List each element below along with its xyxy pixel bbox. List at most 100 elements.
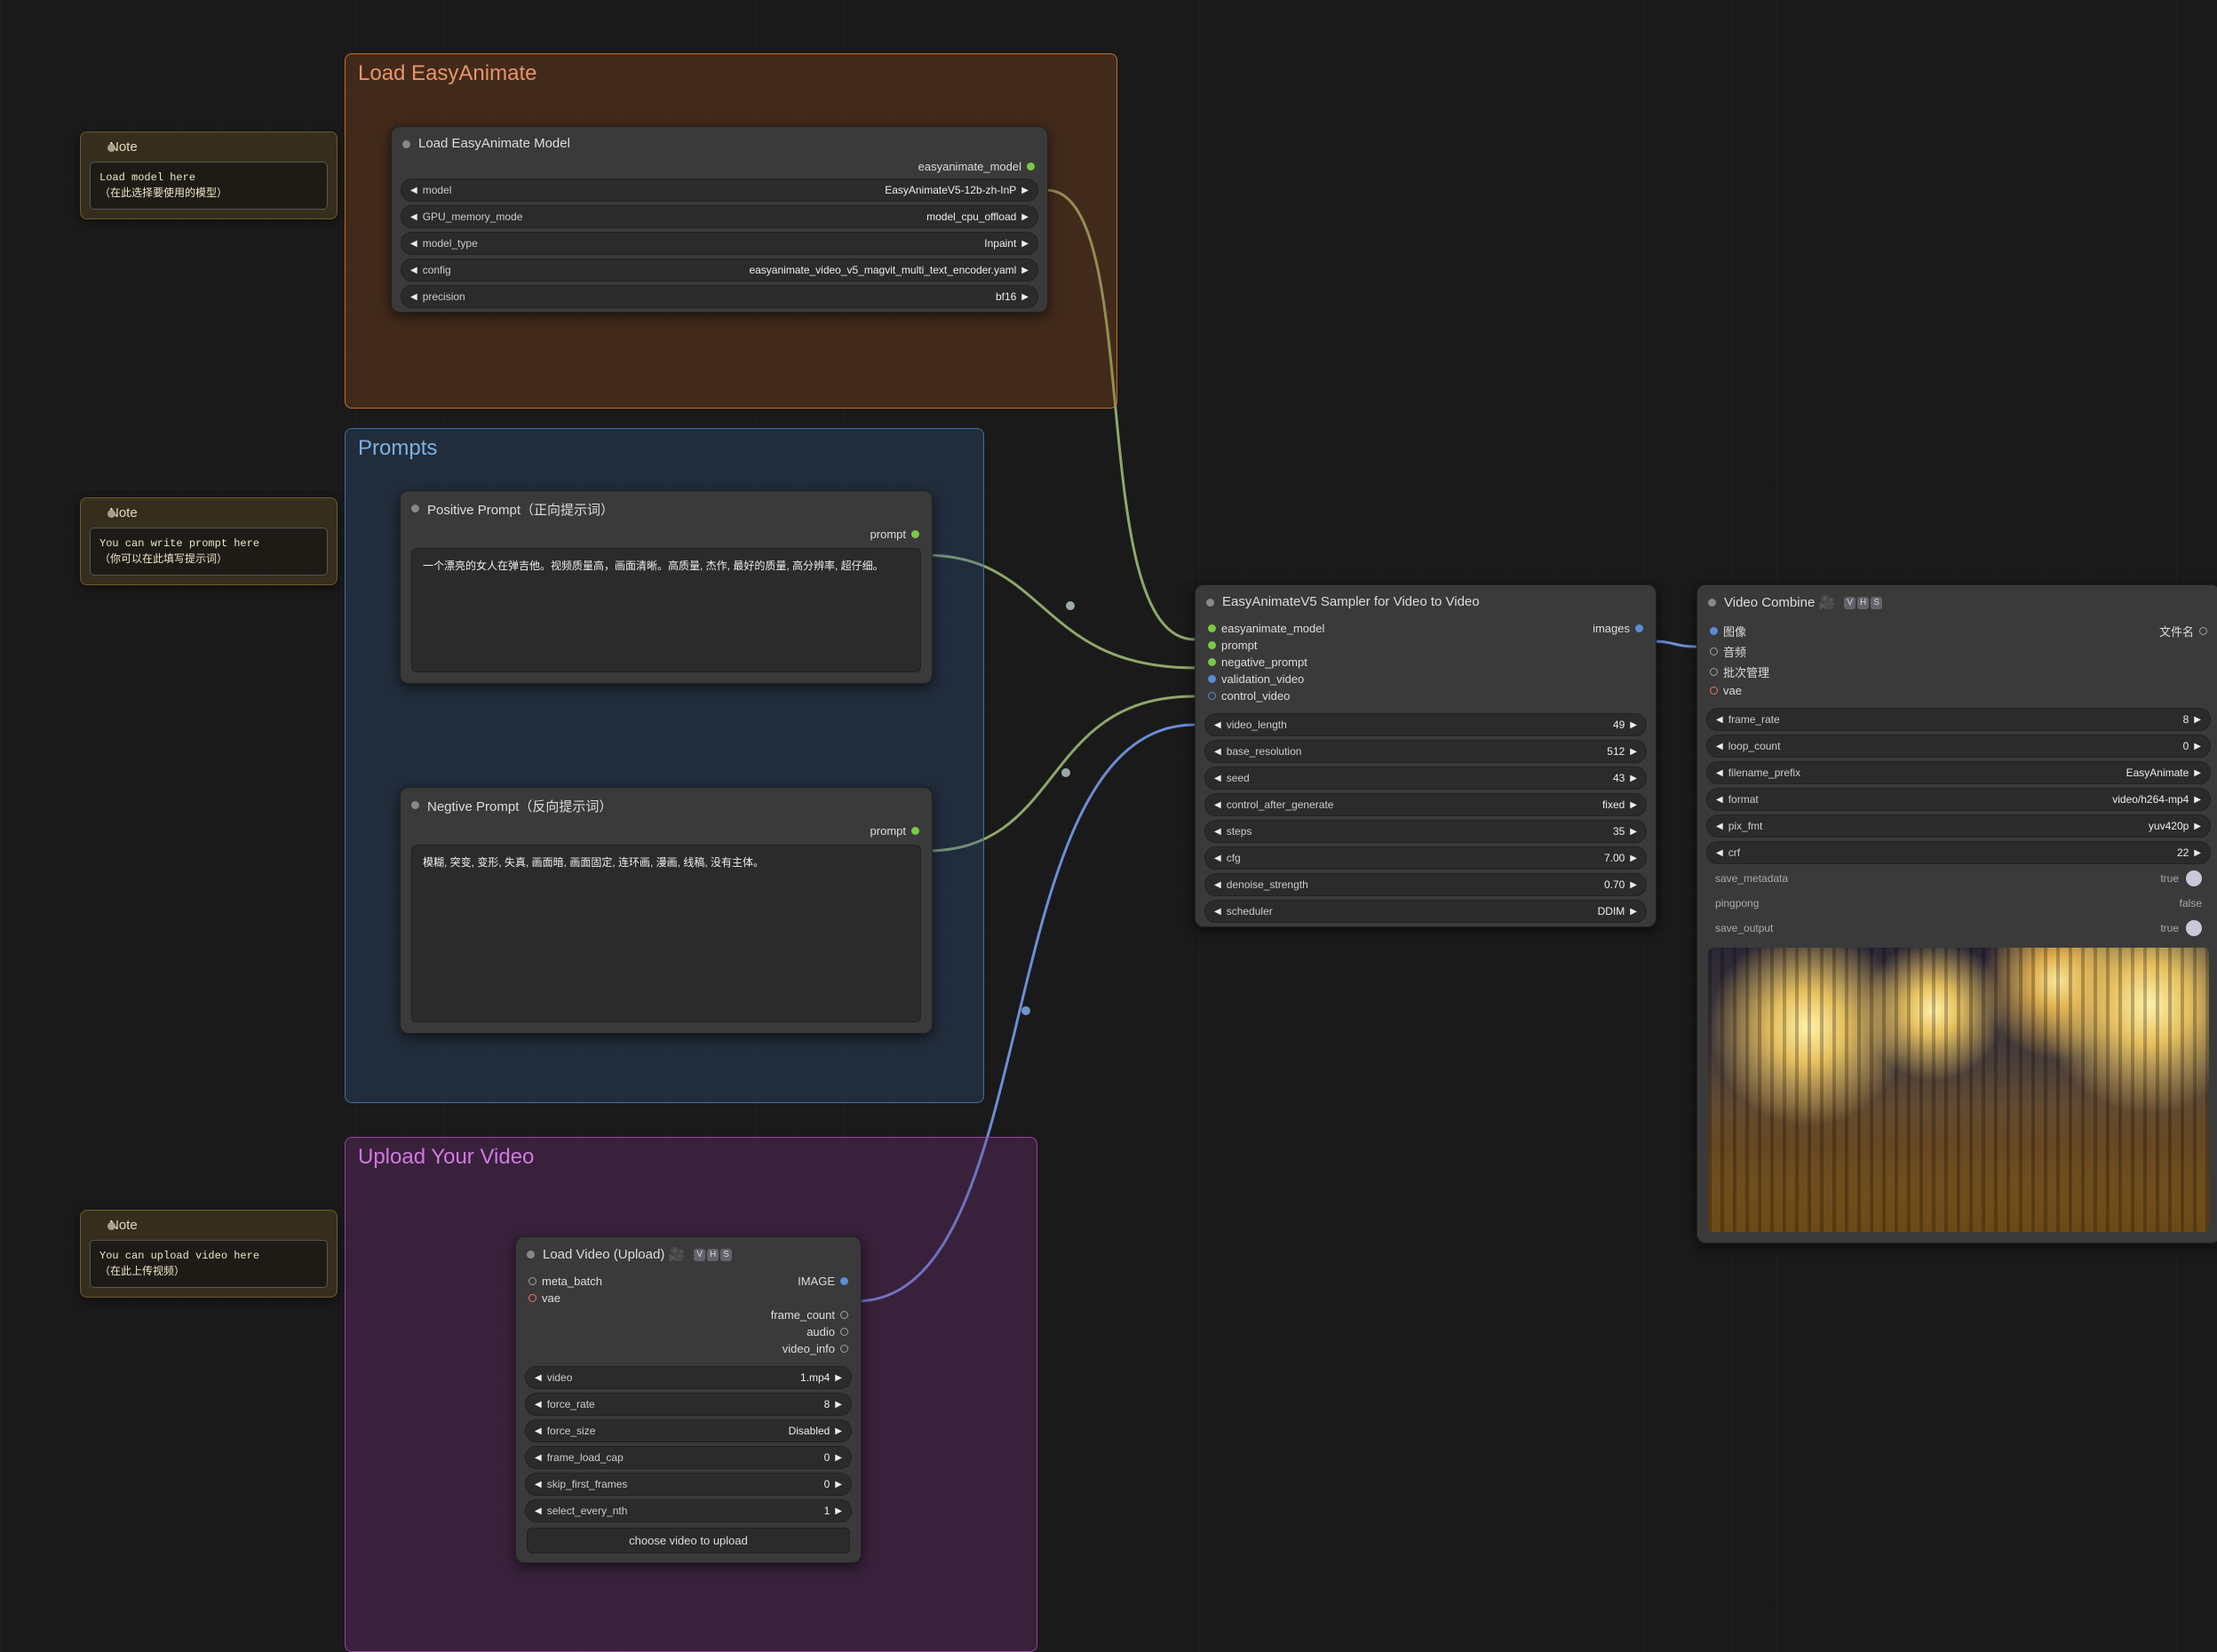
widget-config[interactable]: ◀configeasyanimate_video_v5_magvit_multi… [401,258,1038,282]
widget-frame-load-cap[interactable]: ◀frame_load_cap0▶ [525,1446,852,1469]
input-vae[interactable]: vae [516,1290,861,1307]
input-control_video[interactable]: control_video [1196,687,1656,704]
note-model[interactable]: Note Load model here （在此选择要使用的模型） [80,131,338,219]
decrement-arrow-icon[interactable]: ◀ [533,1373,544,1383]
increment-arrow-icon[interactable]: ▶ [833,1453,844,1463]
increment-arrow-icon[interactable]: ▶ [1628,720,1639,730]
decrement-arrow-icon[interactable]: ◀ [1212,880,1223,890]
output-audio[interactable]: audio [516,1323,861,1340]
output-easyanimate-model[interactable]: easyanimate_model [392,158,1047,175]
increment-arrow-icon[interactable]: ▶ [833,1373,844,1383]
increment-arrow-icon[interactable]: ▶ [2192,822,2203,831]
increment-arrow-icon[interactable]: ▶ [833,1400,844,1410]
decrement-arrow-icon[interactable]: ◀ [409,266,419,275]
increment-arrow-icon[interactable]: ▶ [1020,292,1030,302]
input-vae[interactable]: vae [1697,682,2217,699]
widget-GPU-memory-mode[interactable]: ◀GPU_memory_modemodel_cpu_offload▶ [401,205,1038,228]
decrement-arrow-icon[interactable]: ◀ [409,186,419,195]
increment-arrow-icon[interactable]: ▶ [1020,266,1030,275]
node-load-easyanimate-model[interactable]: #31 EasyAnimate Load EasyAnimate Model e… [391,126,1048,313]
widget-model-type[interactable]: ◀model_typeInpaint▶ [401,232,1038,255]
widget-cfg[interactable]: ◀cfg7.00▶ [1204,846,1647,870]
choose-video-button[interactable]: choose video to upload [527,1528,850,1553]
increment-arrow-icon[interactable]: ▶ [1628,854,1639,863]
decrement-arrow-icon[interactable]: ◀ [1212,800,1223,810]
increment-arrow-icon[interactable]: ▶ [1628,827,1639,837]
node-sampler[interactable]: #87 EasyAnimate EasyAnimateV5 Sampler fo… [1195,584,1657,927]
port-row[interactable]: meta_batchIMAGE [516,1273,861,1290]
decrement-arrow-icon[interactable]: ◀ [1212,720,1223,730]
widget-model[interactable]: ◀modelEasyAnimateV5-12b-zh-InP▶ [401,179,1038,202]
widget-skip-first-frames[interactable]: ◀skip_first_frames0▶ [525,1473,852,1496]
decrement-arrow-icon[interactable]: ◀ [1714,822,1725,831]
widget-scheduler[interactable]: ◀schedulerDDIM▶ [1204,900,1647,923]
widget-video-length[interactable]: ◀video_length49▶ [1204,713,1647,736]
decrement-arrow-icon[interactable]: ◀ [1714,795,1725,805]
port-row[interactable]: 图像文件名 [1697,621,2217,641]
decrement-arrow-icon[interactable]: ◀ [1714,742,1725,751]
decrement-arrow-icon[interactable]: ◀ [1212,827,1223,837]
decrement-arrow-icon[interactable]: ◀ [533,1453,544,1463]
widget-precision[interactable]: ◀precisionbf16▶ [401,285,1038,308]
decrement-arrow-icon[interactable]: ◀ [1212,747,1223,757]
widget-force-size[interactable]: ◀force_sizeDisabled▶ [525,1419,852,1442]
widget-frame-rate[interactable]: ◀frame_rate8▶ [1706,708,2211,731]
widget-force-rate[interactable]: ◀force_rate8▶ [525,1393,852,1416]
toggle-save-metadata[interactable]: save_metadatatrue [1710,868,2207,889]
node-positive-prompt[interactable]: #75 EasyAnimate Positive Prompt（正向提示词） p… [400,490,933,684]
increment-arrow-icon[interactable]: ▶ [2192,715,2203,725]
increment-arrow-icon[interactable]: ▶ [2192,768,2203,778]
widget-loop-count[interactable]: ◀loop_count0▶ [1706,735,2211,758]
decrement-arrow-icon[interactable]: ◀ [533,1480,544,1489]
decrement-arrow-icon[interactable]: ◀ [533,1400,544,1410]
widget-control-after-generate[interactable]: ◀control_after_generatefixed▶ [1204,793,1647,816]
widget-seed[interactable]: ◀seed43▶ [1204,766,1647,790]
input-prompt[interactable]: prompt [1196,637,1656,654]
input-validation_video[interactable]: validation_video [1196,671,1656,687]
increment-arrow-icon[interactable]: ▶ [833,1480,844,1489]
increment-arrow-icon[interactable]: ▶ [1020,239,1030,249]
input-批次管理[interactable]: 批次管理 [1697,662,2217,682]
node-load-video[interactable]: #85 VideoHelperSuite Load Video (Upload)… [515,1236,862,1563]
negative-prompt-text[interactable]: 模糊, 突变, 变形, 失真, 画面暗, 画面固定, 连环画, 漫画, 线稿, … [411,845,921,1022]
input-音频[interactable]: 音频 [1697,641,2217,662]
decrement-arrow-icon[interactable]: ◀ [1212,854,1223,863]
widget-base-resolution[interactable]: ◀base_resolution512▶ [1204,740,1647,763]
increment-arrow-icon[interactable]: ▶ [2192,848,2203,858]
increment-arrow-icon[interactable]: ▶ [1628,907,1639,917]
output-prompt[interactable]: prompt [401,526,932,543]
output-video_info[interactable]: video_info [516,1340,861,1357]
input-negative_prompt[interactable]: negative_prompt [1196,654,1656,671]
node-video-combine[interactable]: #17 VideoHelperSuite Video Combine 🎥 VHS… [1697,584,2217,1243]
widget-video[interactable]: ◀video1.mp4▶ [525,1366,852,1389]
widget-filename-prefix[interactable]: ◀filename_prefixEasyAnimate▶ [1706,761,2211,784]
increment-arrow-icon[interactable]: ▶ [1020,212,1030,222]
increment-arrow-icon[interactable]: ▶ [1628,774,1639,783]
note-video[interactable]: Note You can upload video here （在此上传视频） [80,1210,338,1298]
increment-arrow-icon[interactable]: ▶ [833,1506,844,1516]
decrement-arrow-icon[interactable]: ◀ [1212,907,1223,917]
decrement-arrow-icon[interactable]: ◀ [1714,768,1725,778]
increment-arrow-icon[interactable]: ▶ [1628,747,1639,757]
toggle-save-output[interactable]: save_outputtrue [1710,917,2207,939]
increment-arrow-icon[interactable]: ▶ [1020,186,1030,195]
decrement-arrow-icon[interactable]: ◀ [1714,715,1725,725]
toggle-pingpong[interactable]: pingpongfalse [1710,893,2207,914]
increment-arrow-icon[interactable]: ▶ [2192,795,2203,805]
decrement-arrow-icon[interactable]: ◀ [409,239,419,249]
output-prompt[interactable]: prompt [401,822,932,839]
widget-steps[interactable]: ◀steps35▶ [1204,820,1647,843]
widget-format[interactable]: ◀formatvideo/h264-mp4▶ [1706,788,2211,811]
positive-prompt-text[interactable]: 一个漂亮的女人在弹吉他。视频质量高，画面清晰。高质量, 杰作, 最好的质量, 高… [411,548,921,672]
decrement-arrow-icon[interactable]: ◀ [409,292,419,302]
port-row[interactable]: easyanimate_modelimages [1196,620,1656,637]
node-negative-prompt[interactable]: #73 EasyAnimate Negtive Prompt（反向提示词） pr… [400,787,933,1034]
decrement-arrow-icon[interactable]: ◀ [533,1506,544,1516]
output-frame_count[interactable]: frame_count [516,1307,861,1323]
increment-arrow-icon[interactable]: ▶ [2192,742,2203,751]
note-prompt[interactable]: Note You can write prompt here （你可以在此填写提… [80,497,338,585]
increment-arrow-icon[interactable]: ▶ [833,1426,844,1436]
increment-arrow-icon[interactable]: ▶ [1628,800,1639,810]
widget-select-every-nth[interactable]: ◀select_every_nth1▶ [525,1499,852,1522]
decrement-arrow-icon[interactable]: ◀ [533,1426,544,1436]
